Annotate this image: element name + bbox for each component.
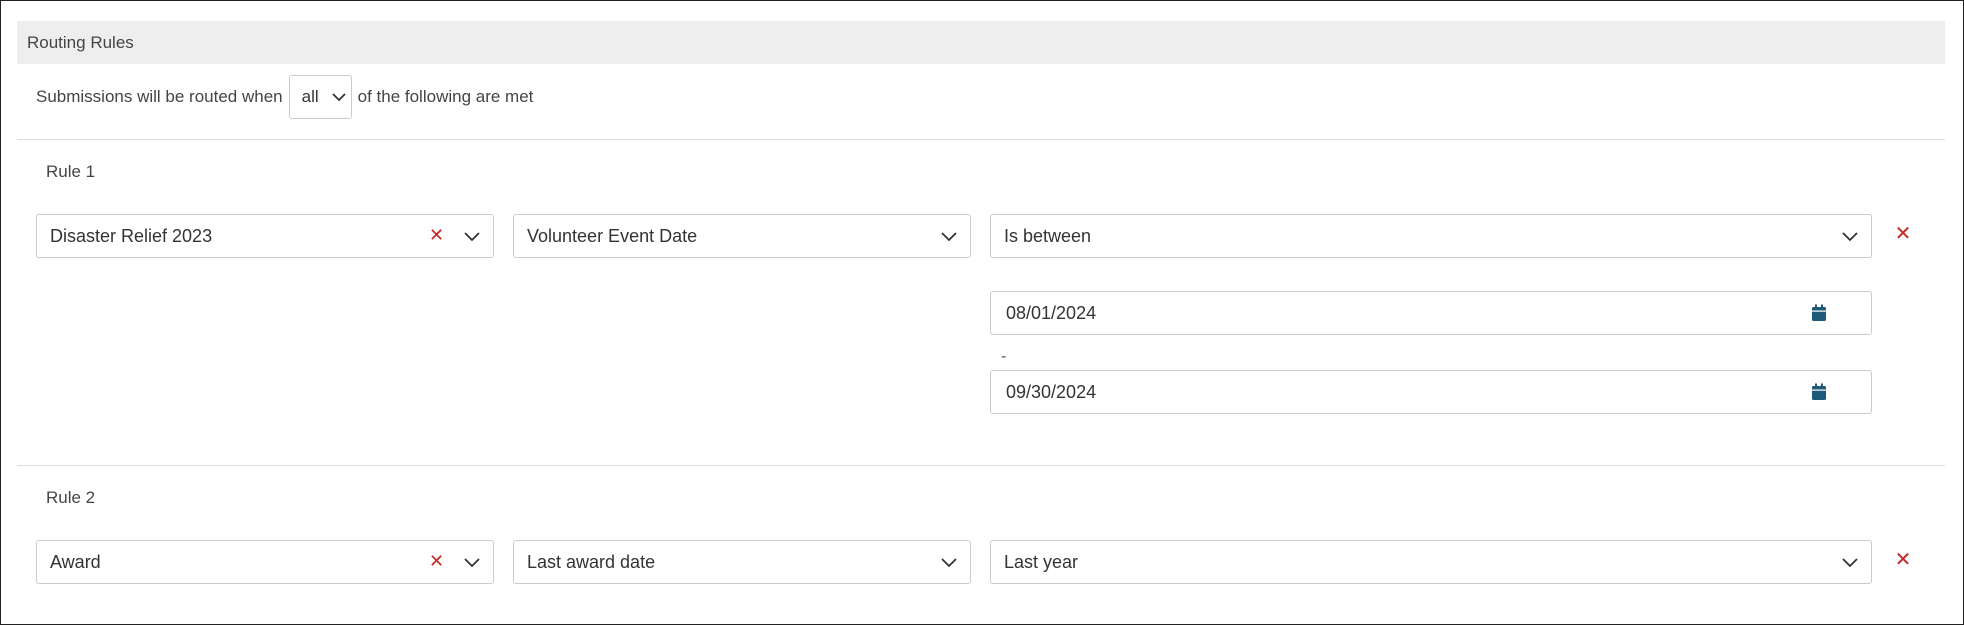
routing-condition-line: Submissions will be routed when all of t… bbox=[36, 75, 533, 119]
rule-1-remove-icon[interactable]: ✕ bbox=[1893, 224, 1913, 244]
rule-1-field-value: Volunteer Event Date bbox=[527, 225, 698, 246]
chevron-down-icon bbox=[331, 93, 346, 102]
divider bbox=[17, 139, 1945, 140]
rule-1-operator-value: Is between bbox=[1004, 225, 1092, 246]
rule-1-source-value: Disaster Relief 2023 bbox=[50, 225, 213, 246]
chevron-down-icon bbox=[1842, 558, 1858, 568]
section-header: Routing Rules bbox=[17, 21, 1945, 64]
section-title: Routing Rules bbox=[27, 32, 134, 52]
routing-rules-panel: Routing Rules Submissions will be routed… bbox=[0, 0, 1964, 625]
match-mode-select[interactable]: all bbox=[288, 75, 352, 119]
close-icon[interactable]: ✕ bbox=[429, 551, 444, 571]
rule-2-remove-icon[interactable]: ✕ bbox=[1893, 550, 1913, 570]
rule-2-field-value: Last award date bbox=[527, 551, 656, 572]
match-mode-value: all bbox=[301, 87, 319, 106]
rule-1-operator-select[interactable]: Is between bbox=[990, 214, 1872, 258]
rule-2-source-select[interactable]: Award ✕ bbox=[36, 540, 494, 584]
chevron-down-icon bbox=[1842, 232, 1858, 242]
divider bbox=[17, 465, 1945, 466]
calendar-icon[interactable] bbox=[1811, 304, 1827, 322]
chevron-down-icon bbox=[464, 558, 480, 568]
calendar-icon[interactable] bbox=[1811, 383, 1827, 401]
rule-1-date-to-input[interactable]: 09/30/2024 bbox=[990, 370, 1872, 414]
rule-1-date-from-input[interactable]: 08/01/2024 bbox=[990, 291, 1872, 335]
routing-prefix-text: Submissions will be routed when bbox=[36, 87, 283, 106]
rule-2-operator-value: Last year bbox=[1004, 551, 1079, 572]
rule-1-date-from-value: 08/01/2024 bbox=[1006, 302, 1097, 323]
rule-1-field-select[interactable]: Volunteer Event Date bbox=[513, 214, 971, 258]
rule-2-field-select[interactable]: Last award date bbox=[513, 540, 971, 584]
rule-2-source-value: Award bbox=[50, 551, 101, 572]
rule-1-title: Rule 1 bbox=[46, 162, 96, 181]
date-range-separator: - bbox=[1001, 348, 1007, 365]
chevron-down-icon bbox=[464, 232, 480, 242]
routing-suffix-text: of the following are met bbox=[357, 87, 534, 106]
close-icon[interactable]: ✕ bbox=[429, 225, 444, 245]
chevron-down-icon bbox=[941, 232, 957, 242]
rule-2-title: Rule 2 bbox=[46, 488, 96, 507]
chevron-down-icon bbox=[941, 558, 957, 568]
rule-1-date-to-value: 09/30/2024 bbox=[1006, 381, 1097, 402]
rule-1-source-select[interactable]: Disaster Relief 2023 ✕ bbox=[36, 214, 494, 258]
rule-2-operator-select[interactable]: Last year bbox=[990, 540, 1872, 584]
